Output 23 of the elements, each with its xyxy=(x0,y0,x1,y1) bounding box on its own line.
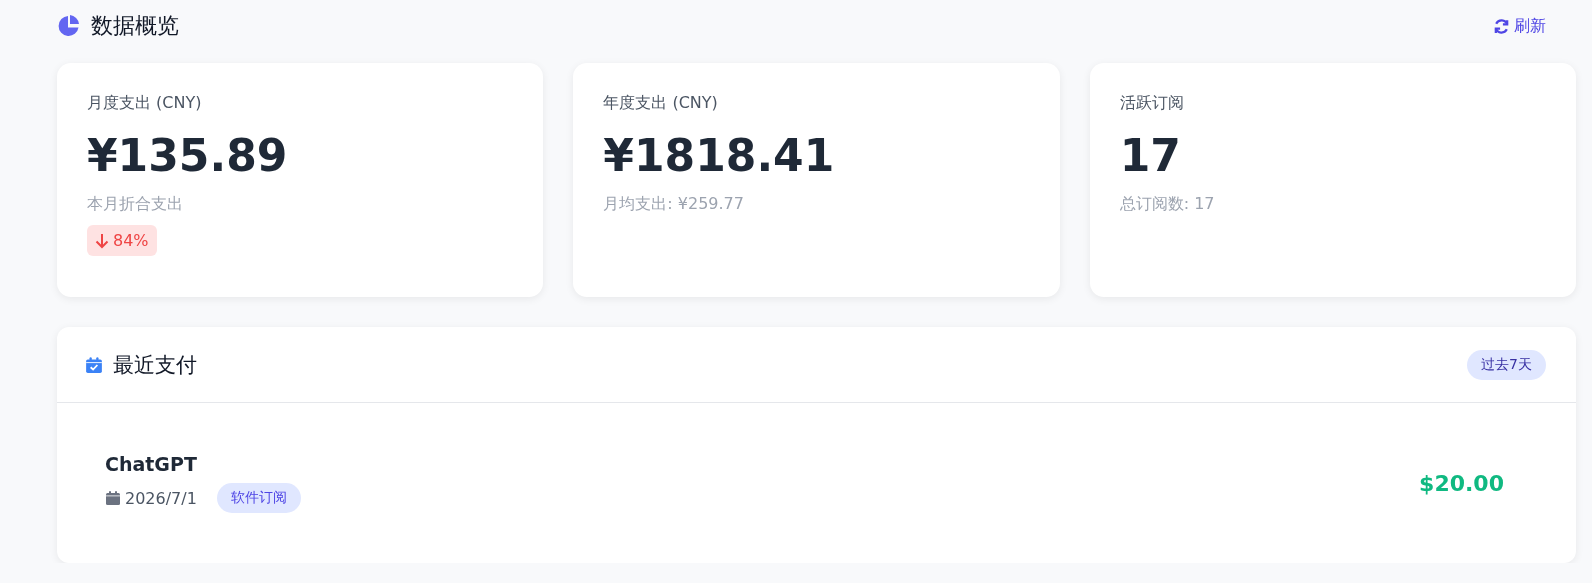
stat-label: 年度支出 (CNY) xyxy=(603,93,718,114)
trend-badge: 84% xyxy=(87,225,157,256)
stat-value: ¥135.89 xyxy=(87,129,288,183)
calendar-check-icon xyxy=(85,355,103,374)
stat-note: 本月折合支出 xyxy=(87,194,183,215)
category-tag: 软件订阅 xyxy=(216,483,301,513)
stat-note: 总订阅数: 17 xyxy=(1119,194,1215,215)
refresh-button[interactable]: 刷新 xyxy=(1493,15,1546,37)
stat-note: 月均支出: ¥259.77 xyxy=(603,194,744,215)
page-title: 数据概览 xyxy=(91,12,179,40)
arrow-down-icon xyxy=(95,232,109,249)
refresh-icon xyxy=(1493,17,1510,35)
stat-value: 17 xyxy=(1119,129,1181,183)
stat-label: 月度支出 (CNY) xyxy=(87,93,202,114)
payment-name: ChatGPT xyxy=(105,453,198,475)
payment-amount: $20.00 xyxy=(1419,470,1504,496)
payment-date: 2026/7/1 xyxy=(125,488,197,508)
pie-chart-icon xyxy=(57,14,81,38)
range-badge: 过去7天 xyxy=(1467,349,1546,380)
panel-title: 最近支付 xyxy=(113,351,197,379)
stat-value: ¥1818.41 xyxy=(603,129,835,183)
calendar-icon xyxy=(105,490,121,506)
stat-label: 活跃订阅 xyxy=(1119,93,1184,114)
